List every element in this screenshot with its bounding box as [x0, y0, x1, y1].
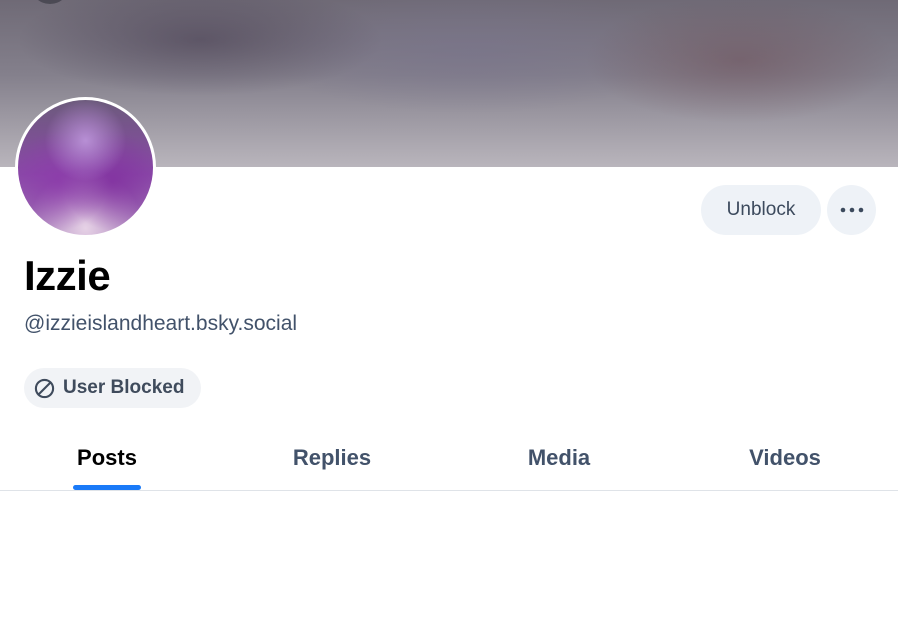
tab-replies[interactable]: Replies — [272, 425, 392, 491]
unblock-button[interactable]: Unblock — [701, 185, 821, 235]
display-name: Izzie — [24, 252, 111, 299]
block-icon — [34, 378, 55, 398]
ellipsis-icon — [840, 207, 863, 213]
back-button[interactable] — [30, 0, 70, 4]
more-options-button[interactable] — [827, 185, 876, 235]
tab-posts[interactable]: Posts — [56, 425, 158, 491]
user-blocked-badge: User Blocked — [24, 368, 201, 408]
profile-tabs: Posts Replies Media Videos — [0, 425, 898, 491]
tab-media[interactable]: Media — [504, 425, 614, 491]
tab-videos[interactable]: Videos — [730, 425, 840, 491]
avatar[interactable] — [15, 97, 156, 238]
tabs-divider — [0, 490, 898, 491]
profile-handle: @izzieislandheart.bsky.social — [24, 312, 298, 335]
user-blocked-label: User Blocked — [63, 377, 185, 398]
profile-page: Unblock Izzie @izzieislandheart.bsky.soc… — [0, 0, 898, 633]
